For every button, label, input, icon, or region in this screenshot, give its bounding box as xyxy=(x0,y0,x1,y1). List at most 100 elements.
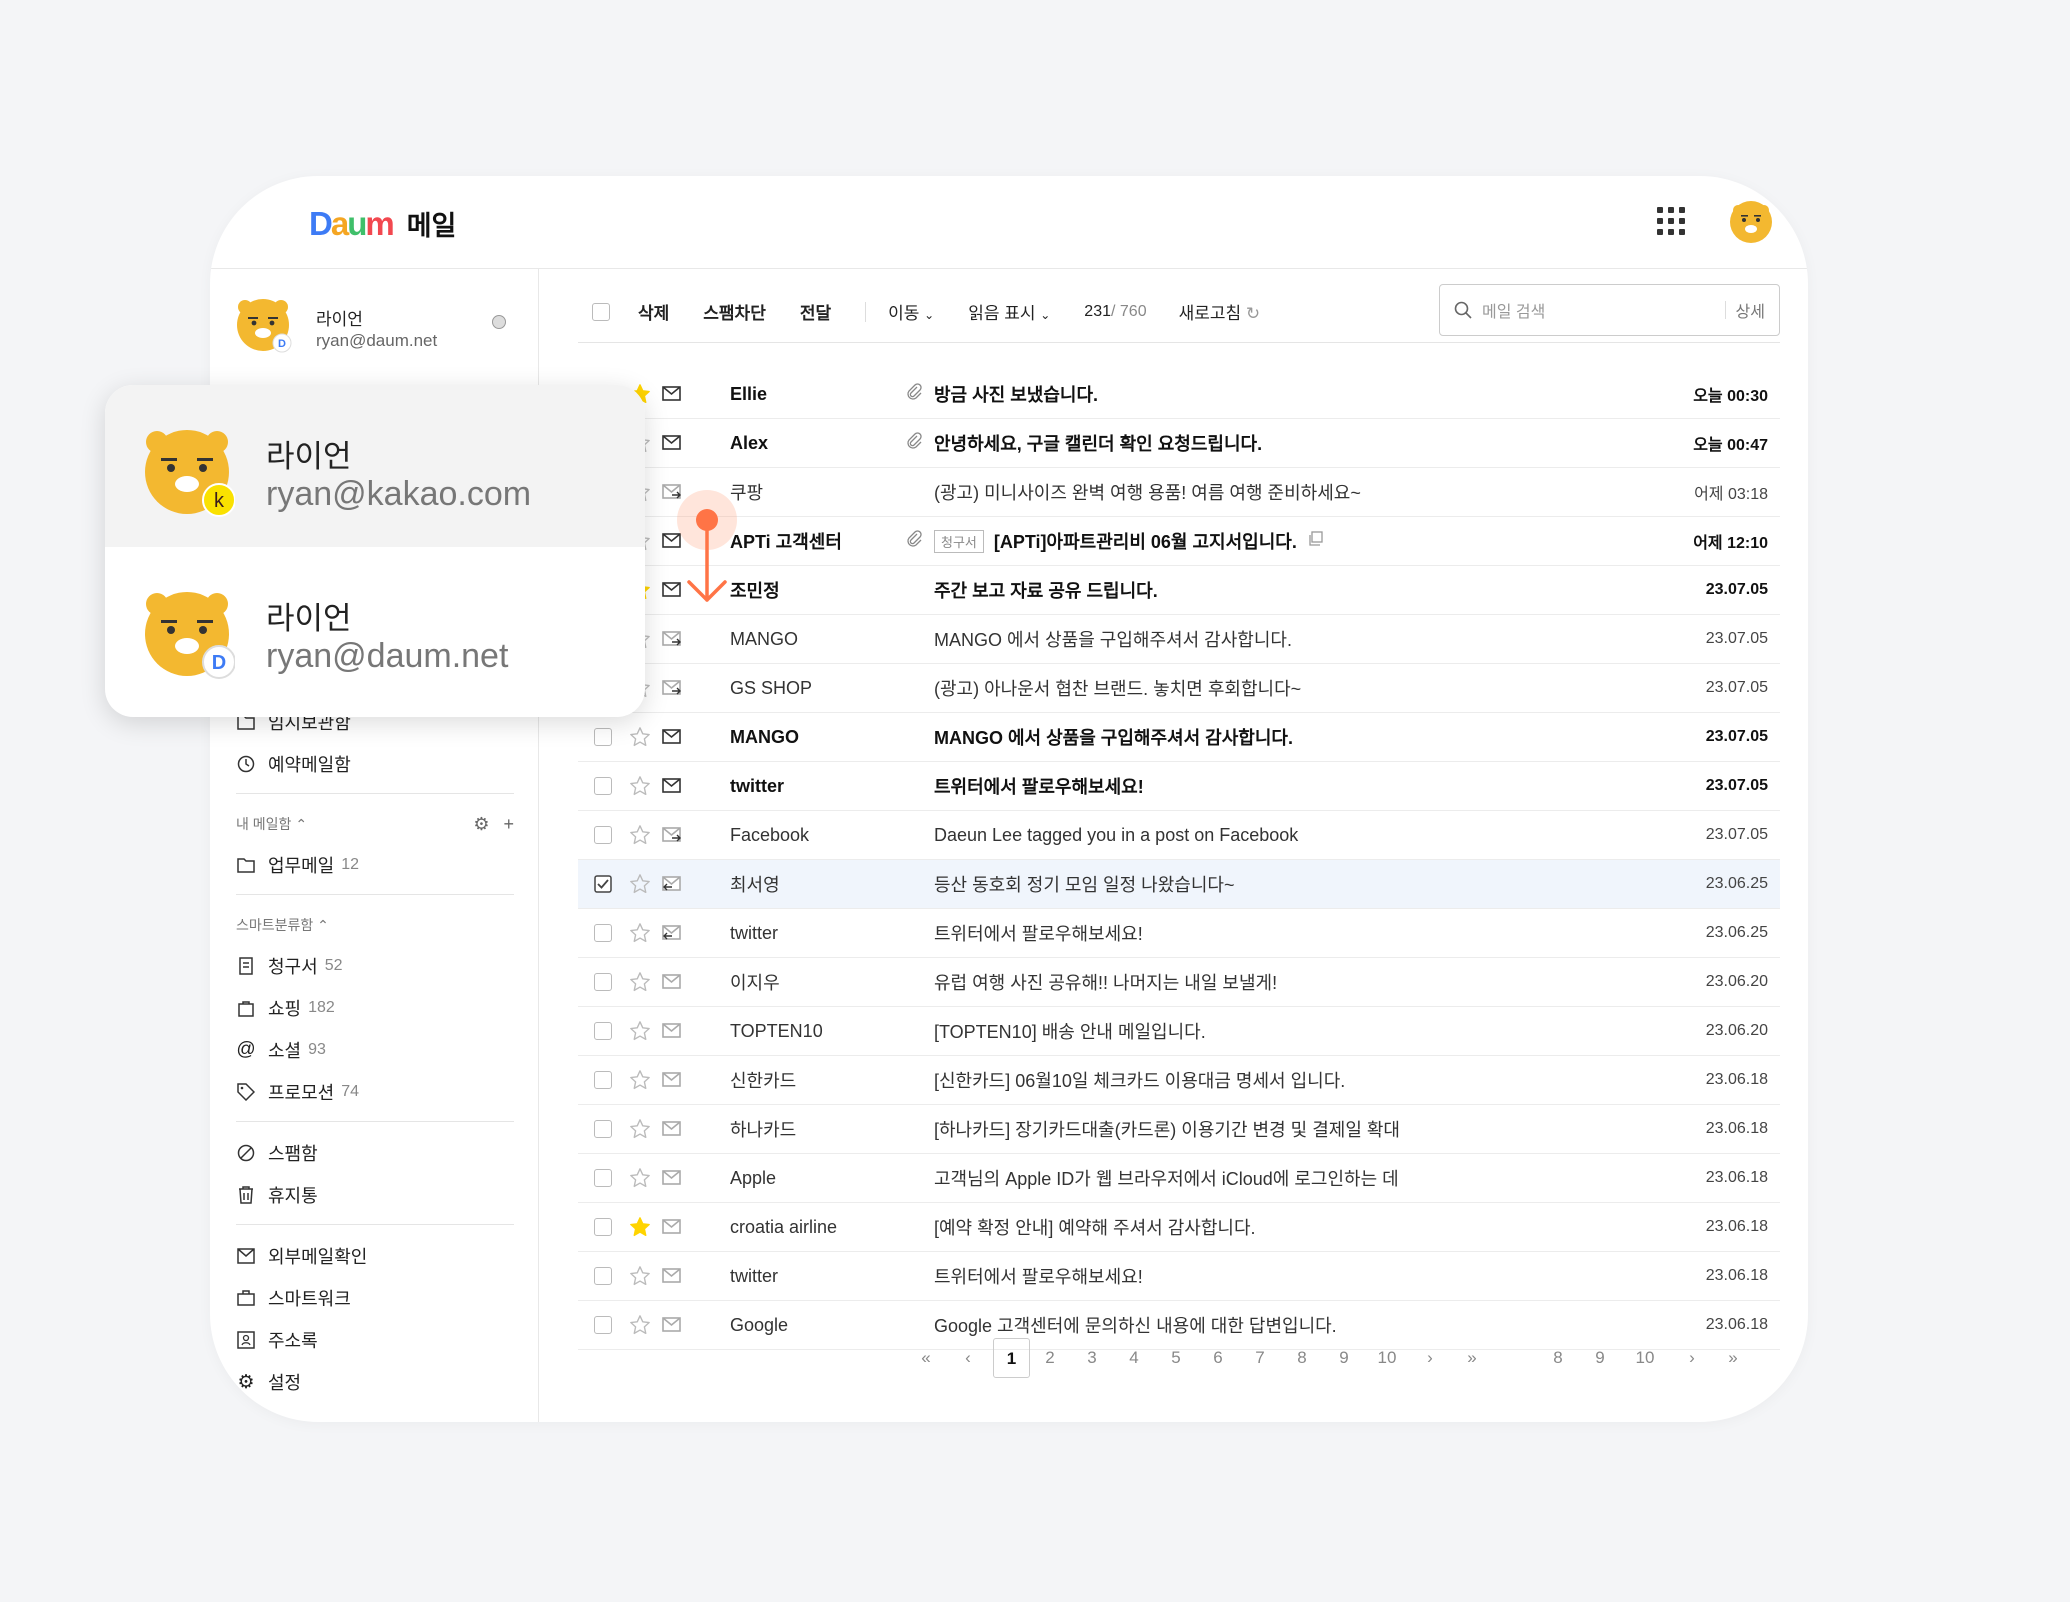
page-5-button[interactable]: 5 xyxy=(1161,1338,1191,1378)
page-7-button[interactable]: 7 xyxy=(1245,1338,1275,1378)
row-checkbox[interactable] xyxy=(594,777,612,795)
mail-subject[interactable]: 주간 보고 자료 공유 드립니다. xyxy=(934,577,1158,603)
star-icon[interactable] xyxy=(628,1068,652,1092)
nav-contacts[interactable]: 주소록 xyxy=(236,1319,514,1361)
page-6-button[interactable]: 6 xyxy=(1203,1338,1233,1378)
gear-icon[interactable]: ⚙ xyxy=(473,814,489,835)
daum-logo[interactable]: Daum 메일 xyxy=(309,204,456,243)
star-icon[interactable] xyxy=(628,1019,652,1043)
mail-row[interactable]: Apple 고객님의 Apple ID가 웹 브라우저에서 iCloud에 로그인… xyxy=(578,1154,1780,1203)
account-option-daum[interactable]: D 라이언 ryan@daum.net xyxy=(105,547,645,709)
row-checkbox[interactable] xyxy=(594,973,612,991)
star-icon[interactable] xyxy=(628,921,652,945)
nav-trash[interactable]: 휴지통 xyxy=(236,1174,514,1216)
mail-subject[interactable]: [예약 확정 안내] 예약해 주셔서 감사합니다. xyxy=(934,1214,1256,1240)
mail-row[interactable]: MANGO MANGO 에서 상품을 구입해주셔서 감사합니다. 23.07.05 xyxy=(578,713,1780,762)
nav-scheduled[interactable]: 예약메일함 xyxy=(236,743,514,785)
mail-subject[interactable]: Google 고객센터에 문의하신 내용에 대한 답변입니다. xyxy=(934,1312,1337,1338)
search-input[interactable]: 메일 검색 xyxy=(1482,298,1545,322)
page-1-button[interactable]: 1 xyxy=(993,1338,1030,1378)
mail-subject[interactable]: 유럽 여행 사진 공유해!! 나머지는 내일 보낼게! xyxy=(934,969,1277,995)
mail-row[interactable]: GS SHOP (광고) 아나운서 협찬 브랜드. 놓치면 후회합니다~ 23.07… xyxy=(578,664,1780,713)
block-spam-button[interactable]: 스팸차단 xyxy=(703,299,766,324)
my-mailbox-header[interactable]: 내 메일함 ⌃ ⚙ + xyxy=(236,804,514,844)
star-icon[interactable] xyxy=(628,725,652,749)
mail-row[interactable]: twitter 트위터에서 팔로우해보세요! 23.06.25 xyxy=(578,909,1780,958)
current-account[interactable]: D 라이언 ryan@daum.net xyxy=(234,295,524,365)
mail-subject[interactable]: [TOPTEN10] 배송 안내 메일입니다. xyxy=(934,1018,1206,1044)
mail-subject[interactable]: 트위터에서 팔로우해보세요! xyxy=(934,920,1143,946)
nav-social[interactable]: @ 소셜 93 xyxy=(236,1029,514,1071)
mail-row[interactable]: 최서영 등산 동호회 정기 모임 일정 나왔습니다~ 23.06.25 xyxy=(578,860,1780,909)
mail-row[interactable]: 조민정 주간 보고 자료 공유 드립니다. 23.07.05 xyxy=(578,566,1780,615)
last-page-button[interactable]: » xyxy=(1718,1338,1748,1378)
mail-subject[interactable]: 고객님의 Apple ID가 웹 브라우저에서 iCloud에 로그인하는 데 xyxy=(934,1165,1399,1191)
nav-work-mail[interactable]: 업무메일 12 xyxy=(236,844,514,886)
star-icon[interactable] xyxy=(628,1313,652,1337)
mail-row[interactable]: Alex 안녕하세요, 구글 캘린더 확인 요청드립니다. 오늘 00:47 xyxy=(578,419,1780,468)
star-icon[interactable] xyxy=(628,1264,652,1288)
star-icon[interactable] xyxy=(628,872,652,896)
mail-subject[interactable]: (광고) 미니사이즈 완벽 여행 용품! 여름 여행 준비하세요~ xyxy=(934,479,1361,505)
mail-subject[interactable]: 등산 동호회 정기 모임 일정 나왔습니다~ xyxy=(934,871,1234,897)
next-page-button[interactable]: › xyxy=(1415,1338,1445,1378)
row-checkbox[interactable] xyxy=(594,1267,612,1285)
mail-row[interactable]: TOPTEN10 [TOPTEN10] 배송 안내 메일입니다. 23.06.20 xyxy=(578,1007,1780,1056)
first-page-button[interactable]: « xyxy=(911,1338,941,1378)
mail-row[interactable]: 신한카드 [신한카드] 06월10일 체크카드 이용대금 명세서 입니다. 23.0… xyxy=(578,1056,1780,1105)
account-toggle-button[interactable] xyxy=(492,315,506,329)
star-icon[interactable] xyxy=(628,774,652,798)
mail-subject[interactable]: MANGO 에서 상품을 구입해주셔서 감사합니다. xyxy=(934,724,1293,750)
row-checkbox[interactable] xyxy=(594,1071,612,1089)
mail-row[interactable]: twitter 트위터에서 팔로우해보세요! 23.07.05 xyxy=(578,762,1780,811)
mail-row[interactable]: APTi 고객센터 청구서 [APTi]아파트관리비 06월 고지서입니다. 어제 1… xyxy=(578,517,1780,566)
plus-icon[interactable]: + xyxy=(503,814,514,835)
prev-page-button[interactable]: ‹ xyxy=(953,1338,983,1378)
page-10-button[interactable]: 10 xyxy=(1630,1338,1660,1378)
select-all-checkbox[interactable] xyxy=(592,302,610,321)
mail-row[interactable]: Facebook Daeun Lee tagged you in a post o… xyxy=(578,811,1780,860)
account-option-kakao[interactable]: k 라이언 ryan@kakao.com xyxy=(105,385,645,547)
nav-promotion[interactable]: 프로모션 74 xyxy=(236,1071,514,1113)
mail-row[interactable]: 하나카드 [하나카드] 장기카드대출(카드론) 이용기간 변경 및 결제일 확대 2… xyxy=(578,1105,1780,1154)
nav-shopping[interactable]: 쇼핑 182 xyxy=(236,987,514,1029)
star-icon[interactable] xyxy=(628,1166,652,1190)
star-icon[interactable] xyxy=(628,1215,652,1239)
page-3-button[interactable]: 3 xyxy=(1077,1338,1107,1378)
delete-button[interactable]: 삭제 xyxy=(638,299,669,324)
row-checkbox[interactable] xyxy=(594,924,612,942)
mail-subject[interactable]: [하나카드] 장기카드대출(카드론) 이용기간 변경 및 결제일 확대 xyxy=(934,1116,1400,1142)
nav-settings[interactable]: ⚙ 설정 xyxy=(236,1361,514,1403)
row-checkbox[interactable] xyxy=(594,826,612,844)
row-checkbox[interactable] xyxy=(594,728,612,746)
mail-row[interactable]: Ellie 방금 사진 보냈습니다. 오늘 00:30 xyxy=(578,370,1780,419)
page-10-button[interactable]: 10 xyxy=(1372,1338,1402,1378)
page-4-button[interactable]: 4 xyxy=(1119,1338,1149,1378)
mail-subject[interactable]: (광고) 아나운서 협찬 브랜드. 놓치면 후회합니다~ xyxy=(934,675,1301,701)
mark-read-dropdown[interactable]: 읽음 표시 ⌄ xyxy=(968,299,1050,324)
mail-subject[interactable]: 트위터에서 팔로우해보세요! xyxy=(934,1263,1143,1289)
profile-avatar[interactable] xyxy=(1729,200,1773,244)
mail-row[interactable]: twitter 트위터에서 팔로우해보세요! 23.06.18 xyxy=(578,1252,1780,1301)
row-checkbox[interactable] xyxy=(594,1169,612,1187)
row-checkbox[interactable] xyxy=(594,875,612,893)
page-8-button[interactable]: 8 xyxy=(1287,1338,1317,1378)
star-icon[interactable] xyxy=(628,970,652,994)
row-checkbox[interactable] xyxy=(594,1120,612,1138)
nav-external-mail[interactable]: 외부메일확인 xyxy=(236,1235,514,1277)
search-box[interactable]: 메일 검색 상세 xyxy=(1439,284,1780,336)
search-detail-button[interactable]: 상세 xyxy=(1736,298,1765,322)
mail-row[interactable]: croatia airline [예약 확정 안내] 예약해 주셔서 감사합니다.… xyxy=(578,1203,1780,1252)
mail-row[interactable]: 쿠팡 (광고) 미니사이즈 완벽 여행 용품! 여름 여행 준비하세요~ 어제 03… xyxy=(578,468,1780,517)
page-9-button[interactable]: 9 xyxy=(1585,1338,1615,1378)
page-8-button[interactable]: 8 xyxy=(1543,1338,1573,1378)
mail-row[interactable]: 이지우 유럽 여행 사진 공유해!! 나머지는 내일 보낼게! 23.06.20 xyxy=(578,958,1780,1007)
mail-subject[interactable]: [신한카드] 06월10일 체크카드 이용대금 명세서 입니다. xyxy=(934,1067,1345,1093)
mail-row[interactable]: MANGO MANGO 에서 상품을 구입해주셔서 감사합니다. 23.07.05 xyxy=(578,615,1780,664)
move-dropdown[interactable]: 이동 ⌄ xyxy=(888,299,934,324)
row-checkbox[interactable] xyxy=(594,1218,612,1236)
mail-subject[interactable]: 안녕하세요, 구글 캘린더 확인 요청드립니다. xyxy=(934,430,1262,456)
page-2-button[interactable]: 2 xyxy=(1035,1338,1065,1378)
row-checkbox[interactable] xyxy=(594,1022,612,1040)
row-checkbox[interactable] xyxy=(594,1316,612,1334)
